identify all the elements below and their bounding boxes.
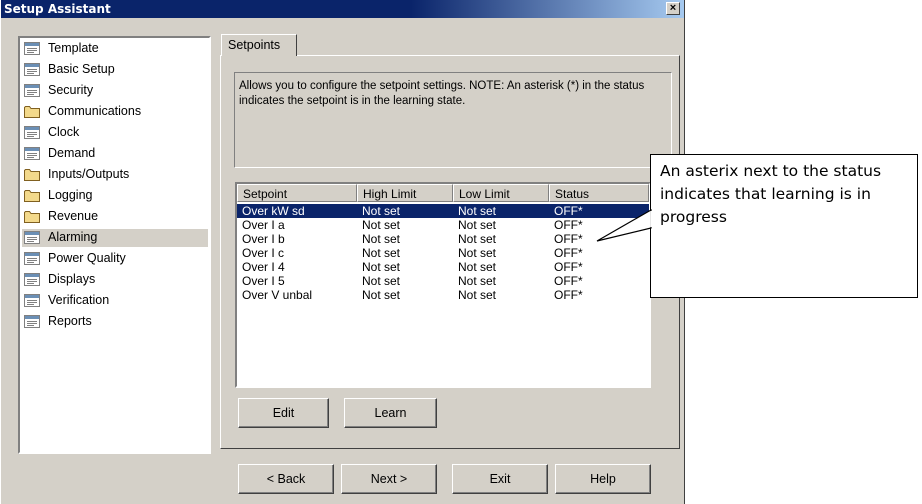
callout-pointer (596, 208, 653, 242)
tab-label: Setpoints (228, 38, 281, 52)
tab-setpoints[interactable]: Setpoints (221, 34, 297, 56)
